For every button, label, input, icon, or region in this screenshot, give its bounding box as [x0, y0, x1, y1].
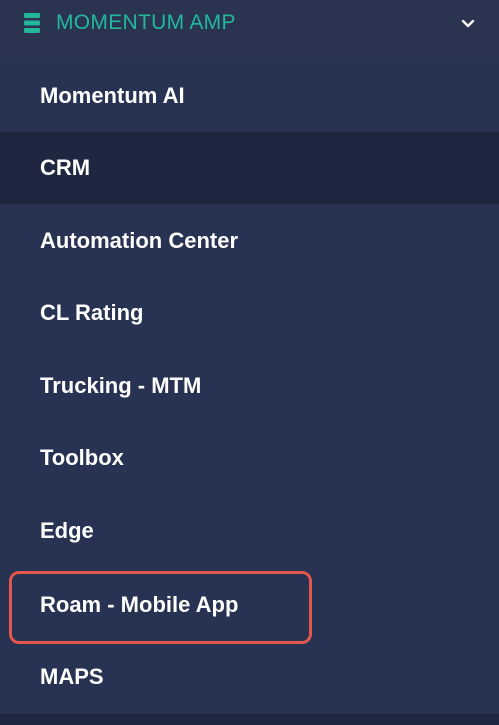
menu-section-header-momentum-amp[interactable]: MOMENTUM AMP [0, 0, 499, 58]
menu-item-roam-mobile-app[interactable]: Roam - Mobile App [0, 569, 499, 641]
menu-item-label: Roam - Mobile App [40, 592, 239, 617]
menu-item-label: MAPS [40, 664, 104, 689]
database-stack-icon [24, 13, 40, 33]
submenu-list: Momentum AI CRM Automation Center CL Rat… [0, 58, 499, 714]
menu-item-momentum-ai[interactable]: Momentum AI [0, 60, 499, 132]
menu-item-cl-rating[interactable]: CL Rating [0, 277, 499, 349]
menu-item-automation-center[interactable]: Automation Center [0, 205, 499, 277]
menu-item-label: Automation Center [40, 228, 238, 253]
menu-item-label: CL Rating [40, 300, 144, 325]
chevron-down-icon[interactable] [461, 19, 475, 29]
menu-item-edge[interactable]: Edge [0, 495, 499, 567]
menu-item-crm[interactable]: CRM [0, 132, 499, 204]
menu-item-label: CRM [40, 155, 91, 180]
menu-item-label: Toolbox [40, 445, 124, 470]
menu-item-label: Trucking - MTM [40, 373, 202, 398]
menu-item-label: Edge [40, 518, 94, 543]
menu-item-label: Momentum AI [40, 83, 185, 108]
section-title: MOMENTUM AMP [56, 11, 236, 34]
menu-item-maps[interactable]: MAPS [0, 641, 499, 713]
bottom-divider [0, 714, 499, 725]
menu-item-toolbox[interactable]: Toolbox [0, 422, 499, 494]
menu-item-trucking-mtm[interactable]: Trucking - MTM [0, 350, 499, 422]
